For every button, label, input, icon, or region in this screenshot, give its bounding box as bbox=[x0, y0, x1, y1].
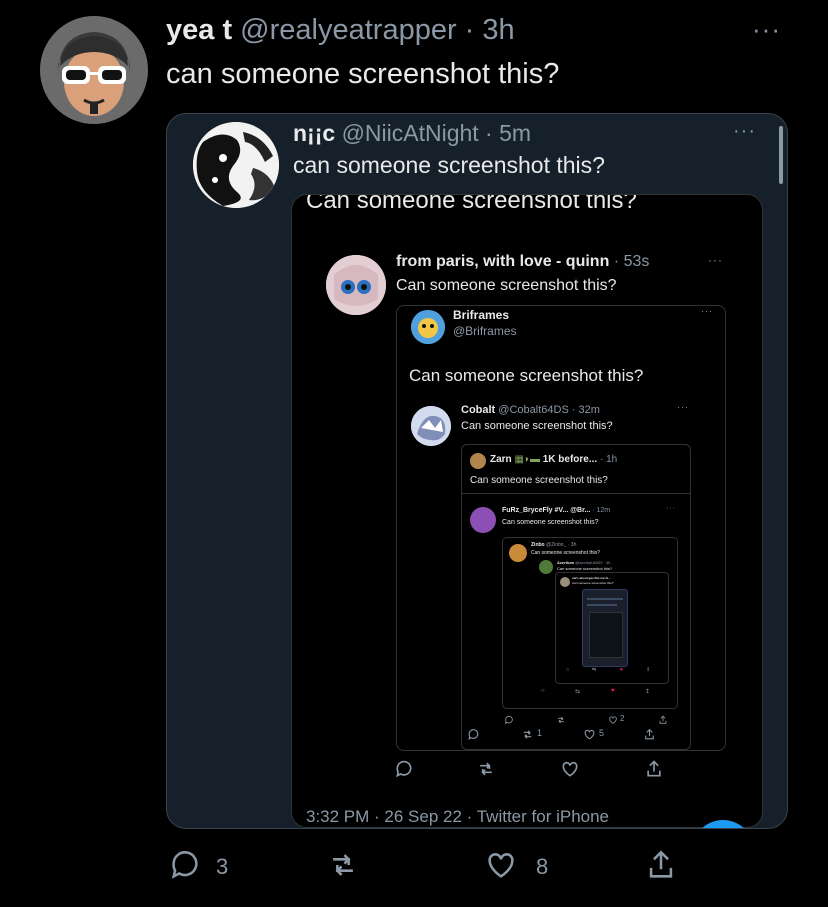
outer-share-button[interactable] bbox=[644, 848, 678, 882]
l6-avatar bbox=[509, 544, 527, 562]
l5-avatar bbox=[470, 507, 496, 533]
outer-tweet[interactable]: yea t @realyeatrapper · 3h ··· can someo… bbox=[0, 0, 828, 907]
l5-retweet-icon bbox=[556, 715, 566, 725]
quoted-screenshot-image[interactable]: Can someone screenshot this? from paris,… bbox=[291, 194, 763, 828]
outer-display-name[interactable]: yea t bbox=[166, 14, 232, 46]
l1-reply-icon bbox=[394, 759, 414, 779]
l5-like-count: 2 bbox=[620, 714, 625, 723]
l5-more: ··· bbox=[666, 505, 676, 512]
l4-name: Zarn bbox=[490, 454, 512, 465]
outer-retweet-button[interactable] bbox=[326, 848, 360, 882]
l5-text: Can someone screenshot this? bbox=[502, 519, 599, 526]
l5-share-icon bbox=[658, 715, 668, 725]
l4-avatar bbox=[470, 453, 486, 469]
l6-handle-time: @Zinbo_ · 3h bbox=[546, 542, 577, 548]
quoted-tweet-text: can someone screenshot this? bbox=[293, 152, 605, 178]
l5-like-icon bbox=[608, 715, 618, 725]
l1-avatar bbox=[326, 255, 386, 315]
outer-like-count: 8 bbox=[536, 854, 549, 879]
l2-text: Can someone screenshot this? bbox=[409, 366, 644, 385]
l6-name: Zinbo bbox=[531, 542, 545, 548]
image-top-text: Can someone screenshot this? bbox=[306, 194, 637, 214]
l7-avatar bbox=[539, 560, 553, 574]
l6-like-icon: ♥ bbox=[611, 688, 615, 694]
l3-reply-icon bbox=[467, 728, 480, 741]
l1-more: ··· bbox=[708, 253, 723, 267]
l3-like-icon bbox=[583, 728, 596, 741]
l3-retweet-icon bbox=[521, 728, 534, 741]
outer-tweet-text: can someone screenshot this? bbox=[166, 58, 560, 90]
l8-avatar bbox=[560, 577, 570, 587]
l7-text: Can someone screenshot this? bbox=[557, 566, 613, 571]
compose-fab-button[interactable] bbox=[692, 820, 754, 828]
outer-reply-count: 3 bbox=[216, 854, 229, 879]
l8-reply-icon: ○ bbox=[566, 667, 570, 673]
l2-handle: @Briframes bbox=[453, 324, 517, 338]
l1-time: · 53s bbox=[613, 253, 650, 270]
l8-share-icon: ↥ bbox=[646, 667, 651, 673]
l2-more: ··· bbox=[701, 306, 713, 316]
l3-text: Can someone screenshot this? bbox=[461, 420, 613, 432]
l3-like-count: 5 bbox=[599, 728, 605, 738]
l3-avatar bbox=[411, 406, 451, 446]
l6-text: Can someone screenshot this? bbox=[531, 550, 600, 556]
l1-share-icon bbox=[644, 759, 664, 779]
l3-handle-time: @Cobalt64DS · 32m bbox=[498, 404, 600, 416]
l2-name: Briframes bbox=[453, 308, 510, 322]
deepest-screenshot bbox=[582, 589, 628, 667]
l3-more: ··· bbox=[677, 402, 689, 412]
image-footer: 3:32 PM · 26 Sep 22 · Twitter for iPhone bbox=[306, 807, 610, 826]
l7-name: Azertium bbox=[557, 560, 575, 565]
l6-share-icon: ↥ bbox=[645, 689, 651, 695]
l3-share-icon bbox=[643, 728, 656, 741]
quoted-display-name[interactable]: n¡¡c bbox=[293, 120, 335, 146]
quoted-more-button[interactable]: ··· bbox=[733, 120, 756, 143]
scrollbar[interactable] bbox=[779, 126, 783, 184]
l7-handle-time: @azertyfu5000 · 4h bbox=[575, 560, 611, 565]
l1-text: Can someone screenshot this? bbox=[396, 277, 617, 294]
quoted-tweet-card[interactable]: n¡¡c @NiicAtNight · 5m ··· can someone s… bbox=[166, 113, 788, 829]
l4-card: Zarn ▦◗▬ 1K before... · 1h Can someone s… bbox=[461, 444, 691, 750]
l3-retweet-count: 1 bbox=[537, 728, 543, 738]
l6-card: Zinbo @Zinbo_ · 3h Can someone screensho… bbox=[502, 537, 678, 709]
outer-avatar[interactable] bbox=[40, 16, 148, 124]
l2-card: Briframes @Briframes ··· Can someone scr… bbox=[396, 305, 726, 751]
l4-extra: 1K before... bbox=[542, 454, 598, 465]
l2-avatar bbox=[411, 310, 445, 344]
quoted-avatar[interactable] bbox=[193, 122, 279, 208]
l8-text: Can someone screenshot this? bbox=[572, 581, 614, 585]
l4-emoji-icon: ▦◗▬ bbox=[514, 454, 540, 465]
outer-like-button[interactable] bbox=[484, 848, 518, 882]
l4-text: Can someone screenshot this? bbox=[470, 475, 608, 486]
l5-name: FuRz_BryceFly bbox=[502, 507, 553, 514]
l1-name: from paris, with love - quinn bbox=[396, 253, 610, 270]
outer-handle-time: @realyeatrapper · 3h bbox=[240, 14, 515, 46]
l1-retweet-icon bbox=[476, 759, 496, 779]
l8-card: cat's about gas like me fe... Can someon… bbox=[555, 572, 669, 684]
l6-reply-icon: ○ bbox=[541, 688, 545, 694]
outer-more-button[interactable]: ··· bbox=[752, 14, 781, 45]
l5-extra: #V... @Br... bbox=[554, 507, 591, 514]
l8-like-icon: ♥ bbox=[620, 667, 623, 673]
l8-retweet-icon: ⇆ bbox=[592, 667, 597, 673]
l5-time: · 12m bbox=[592, 507, 611, 514]
l5-reply-icon bbox=[504, 715, 514, 725]
l6-retweet-icon: ⇆ bbox=[575, 689, 581, 695]
outer-reply-button[interactable] bbox=[168, 848, 202, 882]
l1-like-icon bbox=[560, 759, 580, 779]
quoted-handle-time: @NiicAtNight · 5m bbox=[341, 120, 532, 146]
l4-time: · 1h bbox=[599, 454, 618, 465]
outer-action-bar: 3 8 bbox=[160, 844, 700, 884]
l3-name: Cobalt bbox=[461, 404, 496, 416]
l8-name: cat's about gas like me fe... bbox=[572, 576, 611, 580]
